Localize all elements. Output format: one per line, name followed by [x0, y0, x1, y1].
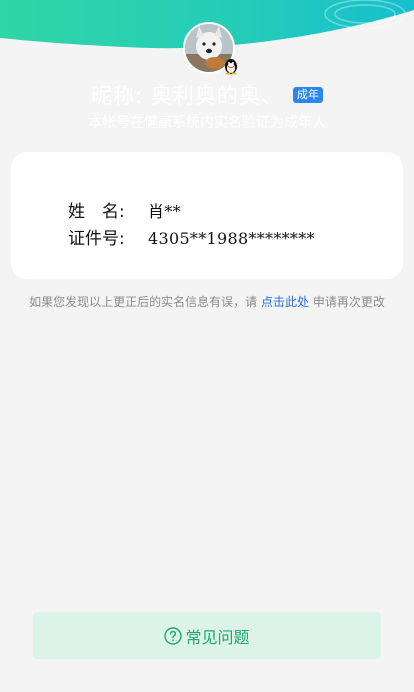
qq-penguin-icon — [222, 57, 240, 75]
nickname-row: 昵称: 奥利奥的奥、 成年 — [0, 80, 414, 110]
correction-tip: 如果您发现以上更正后的实名信息有误，请 点击此处 申请再次更改 — [0, 293, 414, 310]
adult-badge: 成年 — [292, 87, 323, 103]
question-circle-icon — [164, 626, 183, 645]
correction-prefix: 如果您发现以上更正后的实名信息有误，请 — [29, 295, 258, 309]
id-row: 证件号: 4305**1988******** — [68, 224, 315, 249]
id-label: 证件号: — [68, 229, 125, 249]
nickname-text: 昵称: 奥利奥的奥、 — [91, 84, 283, 108]
faq-label: 常见问题 — [185, 627, 250, 647]
correction-suffix: 申请再次更改 — [312, 295, 385, 309]
correction-link[interactable]: 点击此处 — [261, 295, 309, 309]
identity-info-card: 姓 名: 肖** 证件号: 4305**1988******** — [11, 152, 403, 279]
verification-note: 本帐号在健康系统内实名验证为成年人 — [88, 115, 326, 131]
faq-button[interactable]: 常见问题 — [33, 612, 381, 659]
id-value: 4305**1988******** — [148, 229, 315, 248]
name-label: 姓 名: — [68, 202, 125, 222]
name-row: 姓 名: 肖** — [68, 197, 181, 222]
name-value: 肖** — [148, 202, 181, 221]
